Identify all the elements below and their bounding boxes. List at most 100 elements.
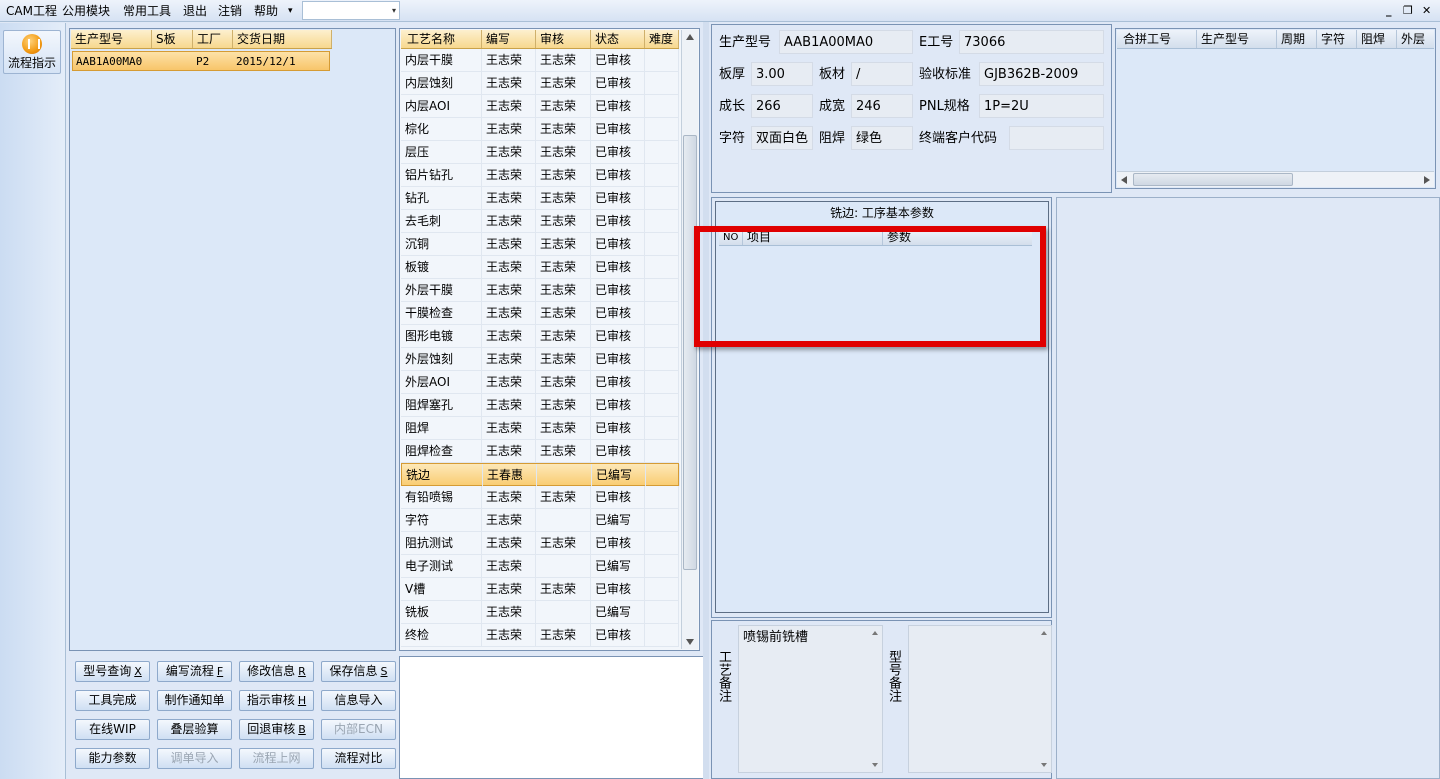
col-process-name[interactable]: 工艺名称	[401, 30, 482, 48]
action-button-15[interactable]: 流程对比	[321, 748, 396, 769]
table-row[interactable]: 去毛刺 王志荣 王志荣 已审核	[401, 210, 679, 233]
width-value[interactable]: 246	[851, 94, 913, 118]
col-s-board[interactable]: S板	[152, 30, 193, 48]
action-button-5[interactable]: 制作通知单	[157, 690, 232, 711]
table-row[interactable]: 阻抗测试 王志荣 王志荣 已审核	[401, 532, 679, 555]
solder-mask-value[interactable]: 绿色	[851, 126, 913, 150]
table-row[interactable]: 钻孔 王志荣 王志荣 已审核	[401, 187, 679, 210]
col-factory[interactable]: 工厂	[193, 30, 233, 48]
scroll-left-icon[interactable]	[1121, 176, 1127, 184]
process-notes-scrollbar[interactable]	[869, 626, 882, 772]
col-combo-model[interactable]: 生产型号	[1197, 30, 1277, 48]
menu-help[interactable]: 帮助	[252, 3, 280, 19]
table-row[interactable]: 棕化 王志荣 王志荣 已审核	[401, 118, 679, 141]
menu-common-module[interactable]: 公用模块	[60, 3, 112, 19]
action-button-1[interactable]: 编写流程 F	[157, 661, 232, 682]
process-detail-box[interactable]	[399, 656, 704, 779]
menu-overflow-arrow-icon[interactable]: ▾	[286, 3, 295, 19]
table-row[interactable]: 外层AOI 王志荣 王志荣 已审核	[401, 371, 679, 394]
action-button-6[interactable]: 指示审核 H	[239, 690, 314, 711]
model-notes-text[interactable]	[908, 625, 1052, 773]
col-status[interactable]: 状态	[591, 30, 645, 48]
scroll-down-icon[interactable]	[872, 763, 878, 767]
table-row[interactable]: 内层蚀刻 王志荣 王志荣 已审核	[401, 72, 679, 95]
hscroll-thumb[interactable]	[1133, 173, 1293, 186]
table-row[interactable]: 电子测试 王志荣 已编写	[401, 555, 679, 578]
table-row[interactable]: 层压 王志荣 王志荣 已审核	[401, 141, 679, 164]
table-row[interactable]: 沉铜 王志荣 王志荣 已审核	[401, 233, 679, 256]
col-combo-mask[interactable]: 阻焊	[1357, 30, 1397, 48]
scroll-up-icon[interactable]	[872, 631, 878, 635]
col-reviewer[interactable]: 审核	[536, 30, 591, 48]
restore-icon[interactable]: ❐	[1403, 3, 1413, 19]
scroll-down-icon[interactable]	[686, 639, 694, 645]
table-row[interactable]: 阻焊 王志荣 王志荣 已审核	[401, 417, 679, 440]
menu-exit[interactable]: 退出	[181, 3, 209, 19]
character-value[interactable]: 双面白色	[751, 126, 813, 150]
combo-hscrollbar[interactable]	[1117, 171, 1434, 187]
thickness-value[interactable]: 3.00	[751, 62, 813, 86]
col-model[interactable]: 生产型号	[71, 30, 152, 48]
table-row[interactable]: 外层干膜 王志荣 王志荣 已审核	[401, 279, 679, 302]
reviewer-cell: 王志荣	[536, 624, 591, 646]
scroll-right-icon[interactable]	[1424, 176, 1430, 184]
table-row[interactable]: AAB1A00MA0 P2 2015/12/1	[72, 51, 330, 71]
table-row[interactable]: 终检 王志荣 王志荣 已审核	[401, 624, 679, 647]
col-delivery-date[interactable]: 交货日期	[233, 30, 332, 48]
col-combo-no[interactable]: 合拼工号	[1117, 30, 1197, 48]
table-row[interactable]: 内层干膜 王志荣 王志荣 已审核	[401, 49, 679, 72]
action-button-4[interactable]: 工具完成	[75, 690, 150, 711]
col-combo-cycle[interactable]: 周期	[1277, 30, 1317, 48]
table-row[interactable]: 阻焊检查 王志荣 王志荣 已审核	[401, 440, 679, 463]
col-combo-outer[interactable]: 外层	[1397, 30, 1434, 48]
table-row[interactable]: 外层蚀刻 王志荣 王志荣 已审核	[401, 348, 679, 371]
flow-indicator-button[interactable]: 流程指示	[3, 30, 61, 74]
model-value[interactable]: AAB1A00MA0	[779, 30, 913, 54]
scroll-up-icon[interactable]	[686, 34, 694, 40]
customer-code-value[interactable]	[1009, 126, 1104, 150]
action-button-label: 保存信息	[329, 664, 378, 678]
minimize-icon[interactable]: _	[1386, 3, 1392, 19]
action-button-2[interactable]: 修改信息 R	[239, 661, 314, 682]
action-button-3[interactable]: 保存信息 S	[321, 661, 396, 682]
process-notes-text[interactable]: 喷锡前铣槽	[738, 625, 883, 773]
col-difficulty[interactable]: 难度	[645, 30, 679, 48]
scroll-thumb[interactable]	[683, 135, 697, 570]
table-row[interactable]: 阻焊塞孔 王志荣 王志荣 已审核	[401, 394, 679, 417]
table-row-selected[interactable]: 铣边 王春惠 已编写	[401, 463, 680, 486]
model-notes-scrollbar[interactable]	[1038, 626, 1051, 772]
table-row[interactable]: 干膜检查 王志荣 王志荣 已审核	[401, 302, 679, 325]
table-row[interactable]: 内层AOI 王志荣 王志荣 已审核	[401, 95, 679, 118]
table-row[interactable]: 图形电镀 王志荣 王志荣 已审核	[401, 325, 679, 348]
action-button-13[interactable]: 调单导入	[157, 748, 232, 769]
scroll-up-icon[interactable]	[1041, 631, 1047, 635]
toolbar-combo[interactable]: ▾	[302, 1, 400, 20]
action-button-10[interactable]: 回退审核 B	[239, 719, 314, 740]
e-number-value[interactable]: 73066	[959, 30, 1104, 54]
menu-cam[interactable]: CAM工程	[4, 3, 59, 19]
close-icon[interactable]: ✕	[1422, 3, 1431, 19]
standard-value[interactable]: GJB362B-2009	[979, 62, 1104, 86]
col-writer[interactable]: 编写	[482, 30, 536, 48]
length-value[interactable]: 266	[751, 94, 813, 118]
col-combo-char[interactable]: 字符	[1317, 30, 1357, 48]
menu-tools[interactable]: 常用工具	[121, 3, 173, 19]
table-row[interactable]: 铝片钻孔 王志荣 王志荣 已审核	[401, 164, 679, 187]
action-button-12[interactable]: 能力参数	[75, 748, 150, 769]
action-button-14[interactable]: 流程上网	[239, 748, 314, 769]
table-row[interactable]: 板镀 王志荣 王志荣 已审核	[401, 256, 679, 279]
action-button-8[interactable]: 在线WIP	[75, 719, 150, 740]
splitter[interactable]	[703, 22, 709, 779]
table-row[interactable]: V槽 王志荣 王志荣 已审核	[401, 578, 679, 601]
material-value[interactable]: /	[851, 62, 913, 86]
scroll-down-icon[interactable]	[1041, 763, 1047, 767]
action-button-0[interactable]: 型号查询 X	[75, 661, 150, 682]
pnl-value[interactable]: 1P=2U	[979, 94, 1104, 118]
table-row[interactable]: 字符 王志荣 已编写	[401, 509, 679, 532]
action-button-7[interactable]: 信息导入	[321, 690, 396, 711]
action-button-11[interactable]: 内部ECN	[321, 719, 396, 740]
table-row[interactable]: 铣板 王志荣 已编写	[401, 601, 679, 624]
menu-logout[interactable]: 注销	[216, 3, 244, 19]
action-button-9[interactable]: 叠层验算	[157, 719, 232, 740]
table-row[interactable]: 有铅喷锡 王志荣 王志荣 已审核	[401, 486, 679, 509]
